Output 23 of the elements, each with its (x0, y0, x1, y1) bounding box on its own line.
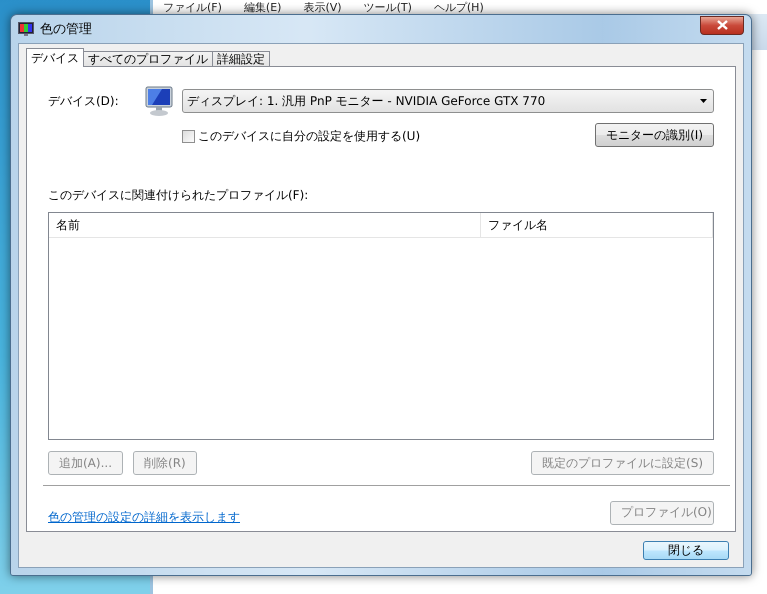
device-label: デバイス(D): (48, 92, 120, 110)
menu-item[interactable]: ツール(T) (364, 1, 412, 14)
close-icon (716, 20, 728, 30)
details-link[interactable]: 色の管理の設定の詳細を表示します (48, 509, 240, 526)
color-app-icon (18, 22, 34, 36)
dropdown-arrow-icon (700, 99, 707, 103)
column-header[interactable]: 名前 (49, 213, 481, 237)
profiles-label: このデバイスに関連付けられたプロファイル(F): (48, 187, 310, 204)
window-title: 色の管理 (40, 21, 92, 38)
close-button[interactable] (700, 16, 744, 34)
tab[interactable]: デバイス (26, 48, 84, 67)
monitor-icon (144, 85, 174, 117)
identify-monitor-button[interactable]: モニターの識別(I) (595, 123, 714, 147)
tab[interactable]: 詳細設定 (212, 51, 270, 66)
menu-item[interactable]: 編集(E) (244, 1, 282, 14)
menu-item[interactable]: ファイル(F) (163, 1, 222, 14)
tab[interactable]: すべてのプロファイル (83, 51, 213, 66)
device-dropdown[interactable]: ディスプレイ: 1. 汎用 PnP モニター - NVIDIA GeForce GTX 770 (182, 89, 714, 113)
menu-item[interactable]: ヘルプ(H) (434, 1, 484, 14)
column-header[interactable]: ファイル名 (481, 213, 713, 237)
close-dialog-button[interactable]: 閉じる (643, 541, 729, 560)
menu-item[interactable]: 表示(V) (303, 1, 342, 14)
use-my-settings-checkbox[interactable]: このデバイスに自分の設定を使用する(U) (182, 128, 420, 145)
